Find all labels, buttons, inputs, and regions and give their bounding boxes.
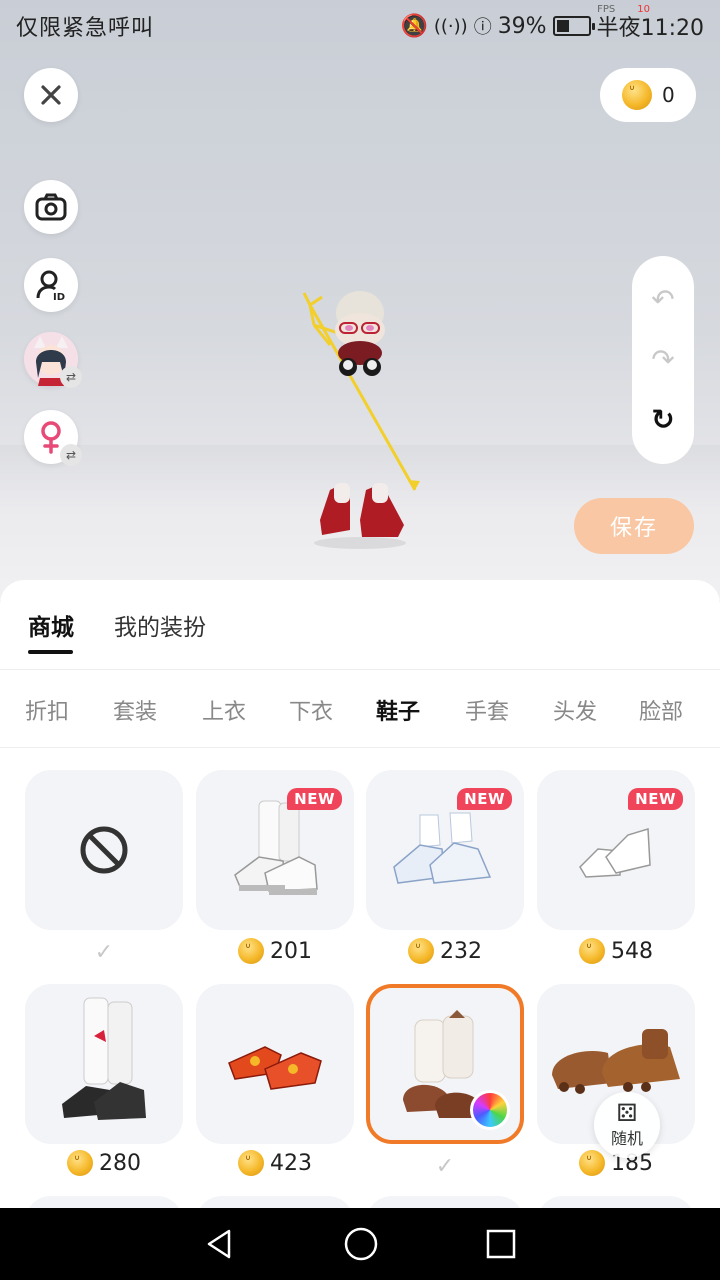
selected-check: ✓ [435,1154,455,1179]
home-icon[interactable] [343,1226,379,1262]
category-discount[interactable]: 折扣 [25,694,69,726]
item-card-peek [25,1196,183,1208]
tab-underline [28,650,73,654]
item-price: 201 [196,938,354,964]
random-button[interactable]: ⚄ 随机 [594,1092,660,1158]
gender-button[interactable]: ⇄ [24,410,82,466]
avatar-stage[interactable]: 仅限紧急呼叫 FPS 10 🔕 ((·)) ⓘ 39% 半夜11:20 ID ⇄… [0,0,720,600]
coin-icon [408,938,434,964]
wifi-icon: ((·)) [433,15,468,37]
item-price: 423 [196,1150,354,1176]
new-badge: NEW [287,788,342,810]
sheet-tabs: 商城 我的装扮 [0,580,720,670]
battery-alert-icon: ⓘ [473,17,492,38]
coin-icon [579,1150,605,1176]
swap-icon: ⇄ [60,366,82,388]
redo-icon[interactable]: ↷ [651,346,674,374]
new-badge: NEW [628,788,683,810]
system-nav-bar [0,1208,720,1280]
leg-warmer-boots-image [62,997,146,1120]
item-card-peek [537,1196,695,1208]
save-button[interactable]: 保存 [574,498,694,554]
battery-icon [552,16,595,36]
coin-icon [238,938,264,964]
selected-check: ✓ [94,940,114,965]
carrier-text: 仅限紧急呼叫 [16,16,155,41]
coin-balance-value: 0 [662,83,675,107]
category-shoes[interactable]: 鞋子 [376,694,420,726]
outfit-sheet: 商城 我的装扮 折扣 套装 上衣 下衣 鞋子 手套 头发 脸部 ✓ NEW ᐡ … [0,580,720,1208]
close-button[interactable] [24,68,78,122]
item-brown-fluffy-boots[interactable] [366,984,524,1144]
switch-avatar-button[interactable]: ⇄ [24,332,82,388]
svg-text:ID: ID [53,292,65,301]
camera-button[interactable] [24,180,78,234]
red-flats-image [228,1046,322,1090]
tab-shop[interactable]: 商城 [28,608,74,642]
undo-icon[interactable]: ↶ [651,286,674,314]
recents-icon[interactable] [485,1228,517,1260]
coin-icon [622,80,652,110]
camera-icon [35,193,67,221]
category-gloves[interactable]: 手套 [465,694,509,726]
avatar-figure[interactable] [300,285,440,555]
category-bar: 折扣 套装 上衣 下衣 鞋子 手套 头发 脸部 [0,670,720,748]
no-item-icon [80,826,128,874]
dice-icon: ⚄ [616,1099,638,1127]
female-icon [41,421,61,454]
category-bottoms[interactable]: 下衣 [289,694,333,726]
category-face[interactable]: 脸部 [639,694,683,726]
clock: 半夜11:20 [596,16,704,41]
tab-my-outfits[interactable]: 我的装扮 [114,608,206,642]
item-price: 280 [25,1150,183,1176]
item-white-sneakers[interactable]: NEW [196,770,354,930]
battery-percent: 39% [497,13,547,39]
color-picker-icon[interactable] [470,1090,510,1130]
coin-icon [238,1150,264,1176]
status-right: 🔕 ((·)) ⓘ 39% 半夜11:20 [400,10,704,42]
item-glass-heels[interactable]: NEW [537,770,695,930]
item-price: 232 [366,938,524,964]
person-id-icon: ID [36,270,65,301]
status-bar: 仅限紧急呼叫 FPS 10 🔕 ((·)) ⓘ 39% 半夜11:20 [0,0,720,50]
white-sneakers-image [234,800,318,895]
item-price: 548 [537,938,695,964]
item-red-flats[interactable] [196,984,354,1144]
category-hair[interactable]: 头发 [553,694,597,726]
white-ruffle-shoes-image [393,812,492,884]
glass-heels-image [579,828,651,878]
item-leg-warmer-boots[interactable] [25,984,183,1144]
close-icon [41,85,61,105]
item-none[interactable] [25,770,183,930]
reset-icon[interactable]: ↻ [651,406,674,434]
coin-icon [67,1150,93,1176]
coin-balance[interactable]: 0 [600,68,696,122]
random-label: 随机 [610,1129,643,1148]
swap-icon: ⇄ [60,444,82,466]
category-suits[interactable]: 套装 [113,694,157,726]
item-card-peek [196,1196,354,1208]
category-tops[interactable]: 上衣 [202,694,246,726]
new-badge: NEW [457,788,512,810]
back-icon[interactable] [203,1227,237,1261]
history-controls: ↶ ↷ ↻ [632,256,694,464]
mute-icon: 🔕 [400,13,428,39]
item-white-ruffle-shoes[interactable]: NEW [366,770,524,930]
item-card-peek [366,1196,524,1208]
coin-icon [579,938,605,964]
avatar-id-button[interactable]: ID [24,258,78,312]
